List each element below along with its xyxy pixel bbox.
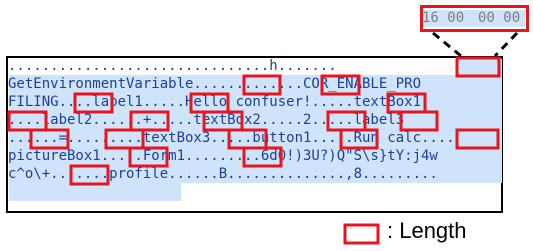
hex-value-part2: 00 00 xyxy=(478,10,521,26)
string-dump-panel: ...............................h....... … xyxy=(6,56,503,213)
dump-line-6: c^o\+.......profile......B..............… xyxy=(8,166,438,182)
dump-line-2: FILING....label1.....Hello confuser!....… xyxy=(8,94,422,110)
legend-swatch xyxy=(343,223,380,245)
dump-line-3: ....label2......+.....textBox2.....2....… xyxy=(8,112,405,128)
legend: : Length xyxy=(343,218,528,247)
dump-line-4: ......=.........textBox3.....button1....… xyxy=(8,130,455,146)
dump-line-1: GetEnvironmentVariable.............COR_E… xyxy=(8,76,422,92)
hex-zoom-box: 16 00 00 00 xyxy=(420,5,529,32)
zoom-connector-left xyxy=(432,31,462,58)
dump-line-0: ...............................h....... xyxy=(8,58,337,74)
zoom-connector-right xyxy=(493,31,519,58)
legend-label: : Length xyxy=(387,218,467,243)
dump-line-5: pictureBox1.....Form1.........6d0!)3U?)Q… xyxy=(8,148,438,164)
hex-value-part1: 16 00 xyxy=(422,10,465,26)
